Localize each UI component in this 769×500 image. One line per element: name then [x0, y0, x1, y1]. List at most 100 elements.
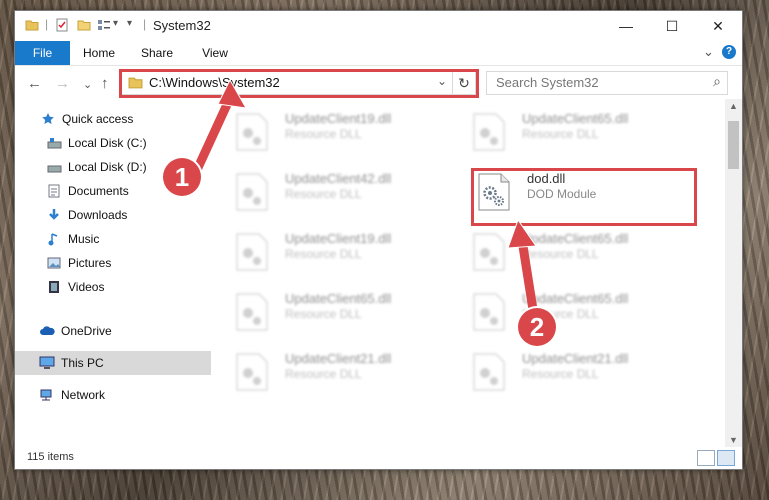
details-view-icon[interactable] — [697, 450, 715, 466]
sidebar-item-label: Network — [61, 388, 106, 402]
sidebar-item-local-disk-c[interactable]: Local Disk (C:) — [15, 131, 239, 155]
back-button[interactable]: ← — [27, 75, 42, 92]
tab-share[interactable]: Share — [135, 41, 179, 65]
dll-file-icon — [236, 293, 268, 331]
tab-view[interactable]: View — [193, 41, 237, 65]
sidebar-item-downloads[interactable]: Downloads 📌 — [15, 203, 239, 227]
file-type: Resource DLL — [285, 367, 362, 381]
sidebar-item-local-disk-d[interactable]: Local Disk (D:) — [15, 155, 239, 179]
tab-home[interactable]: Home — [77, 41, 121, 65]
sidebar-item-pictures[interactable]: Pictures 📌 — [15, 251, 239, 275]
new-folder-icon[interactable] — [77, 18, 91, 32]
file-type: Resource DLL — [522, 367, 599, 381]
file-list: UpdateClient19.dll Resource DLL UpdateCl… — [211, 99, 725, 447]
sidebar-item-label: Documents — [68, 184, 129, 198]
list-item[interactable]: UpdateClient65.dll Resource DLL — [472, 289, 692, 337]
sidebar-item-network[interactable]: Network — [15, 383, 232, 407]
navigation-pane: Quick access Local Disk (C:) Local Disk … — [15, 99, 235, 447]
search-icon: ⌕ — [713, 73, 721, 89]
folder-icon — [25, 20, 39, 31]
maximize-button[interactable]: ☐ — [649, 11, 695, 41]
recent-locations-button[interactable]: ⌄ — [83, 78, 92, 91]
scroll-down-icon[interactable]: ▼ — [729, 435, 738, 445]
search-input[interactable]: Search System32 ⌕ — [486, 71, 728, 95]
properties-icon[interactable] — [55, 18, 69, 32]
address-highlight-box — [119, 69, 479, 98]
list-item[interactable]: UpdateClient65.dll Resource DLL — [235, 289, 455, 337]
sidebar-item-onedrive[interactable]: OneDrive — [15, 319, 232, 343]
vertical-scrollbar[interactable]: ▲ ▼ — [725, 99, 742, 447]
status-bar: 115 items — [15, 447, 742, 469]
file-type: Resource DLL — [522, 247, 599, 261]
close-button[interactable]: ✕ — [695, 11, 741, 41]
forward-button[interactable]: → — [55, 75, 70, 92]
help-icon[interactable]: ? — [722, 45, 736, 59]
sidebar-item-label: Downloads — [68, 208, 128, 222]
large-icons-view-icon[interactable] — [717, 450, 735, 466]
expand-ribbon-icon[interactable]: ⌄ — [703, 44, 714, 60]
file-highlight-box — [471, 168, 697, 226]
music-icon — [46, 231, 62, 247]
documents-icon — [46, 183, 62, 199]
download-icon — [46, 207, 62, 223]
scroll-thumb[interactable] — [728, 121, 739, 169]
list-item[interactable]: UpdateClient21.dll Resource DLL — [235, 349, 455, 397]
file-name: UpdateClient65.dll — [522, 231, 629, 246]
view-options-icon[interactable] — [97, 18, 111, 32]
customize-toolbar-icon[interactable]: ▾ — [127, 18, 132, 29]
list-item[interactable]: UpdateClient65.dll Resource DLL — [472, 109, 692, 157]
qa-dropdown-icon[interactable]: ▾ — [113, 18, 118, 29]
title-bar: | ▾ ▾ | System32 — ☐ ✕ — [15, 11, 742, 41]
minimize-button[interactable]: — — [603, 11, 649, 41]
computer-icon — [39, 355, 55, 371]
cloud-icon — [39, 323, 55, 339]
window-title: System32 — [153, 18, 211, 33]
list-item[interactable]: UpdateClient19.dll Resource DLL — [235, 229, 455, 277]
dll-file-icon — [473, 353, 505, 391]
file-explorer-window: | ▾ ▾ | System32 — ☐ ✕ File Home Share V… — [14, 10, 743, 470]
network-icon — [39, 387, 55, 403]
dll-file-icon — [473, 233, 505, 271]
item-count: 115 items — [27, 451, 74, 463]
videos-icon — [46, 279, 62, 295]
sidebar-item-videos[interactable]: Videos 📌 — [15, 275, 239, 299]
file-name: UpdateClient21.dll — [522, 351, 629, 366]
file-type: Resource DLL — [285, 307, 362, 321]
sidebar-item-label: Music — [68, 232, 100, 246]
file-name: UpdateClient42.dll — [285, 171, 392, 186]
list-item[interactable]: UpdateClient65.dll Resource DLL — [472, 229, 692, 277]
file-type: Resource DLL — [285, 247, 362, 261]
file-name: UpdateClient19.dll — [285, 231, 392, 246]
list-item[interactable]: UpdateClient42.dll Resource DLL — [235, 169, 455, 217]
step-marker-2: 2 — [518, 308, 556, 346]
search-placeholder: Search System32 — [496, 75, 599, 90]
drive-icon — [46, 135, 62, 151]
dll-file-icon — [236, 233, 268, 271]
sidebar-item-label: OneDrive — [61, 324, 112, 338]
sidebar-item-this-pc[interactable]: This PC — [15, 351, 232, 375]
sidebar-item-label: This PC — [61, 356, 104, 370]
pictures-icon — [46, 255, 62, 271]
sidebar-item-quick-access[interactable]: Quick access — [15, 107, 233, 131]
separator: | — [143, 17, 147, 31]
list-item[interactable]: UpdateClient19.dll Resource DLL — [235, 109, 455, 157]
file-name: UpdateClient65.dll — [285, 291, 392, 306]
list-item[interactable]: UpdateClient21.dll Resource DLL — [472, 349, 692, 397]
file-name: UpdateClient65.dll — [522, 291, 629, 306]
tab-file[interactable]: File — [15, 41, 70, 65]
sidebar-item-music[interactable]: Music 📌 — [15, 227, 239, 251]
dll-file-icon — [473, 293, 505, 331]
sidebar-item-documents[interactable]: Documents 📌 — [15, 179, 239, 203]
file-type: Resource DLL — [522, 127, 599, 141]
sidebar-item-label: Pictures — [68, 256, 112, 270]
ribbon-tabs: File Home Share View ⌄ ? — [15, 41, 742, 66]
step-marker-1: 1 — [163, 158, 201, 196]
dll-file-icon — [236, 173, 268, 211]
file-name: UpdateClient19.dll — [285, 111, 392, 126]
file-name: UpdateClient21.dll — [285, 351, 392, 366]
up-button[interactable]: ↑ — [101, 75, 109, 92]
file-type: Resource DLL — [285, 127, 362, 141]
scroll-up-icon[interactable]: ▲ — [729, 101, 738, 111]
dll-file-icon — [236, 113, 268, 151]
sidebar-item-label: Local Disk (D:) — [68, 160, 147, 174]
